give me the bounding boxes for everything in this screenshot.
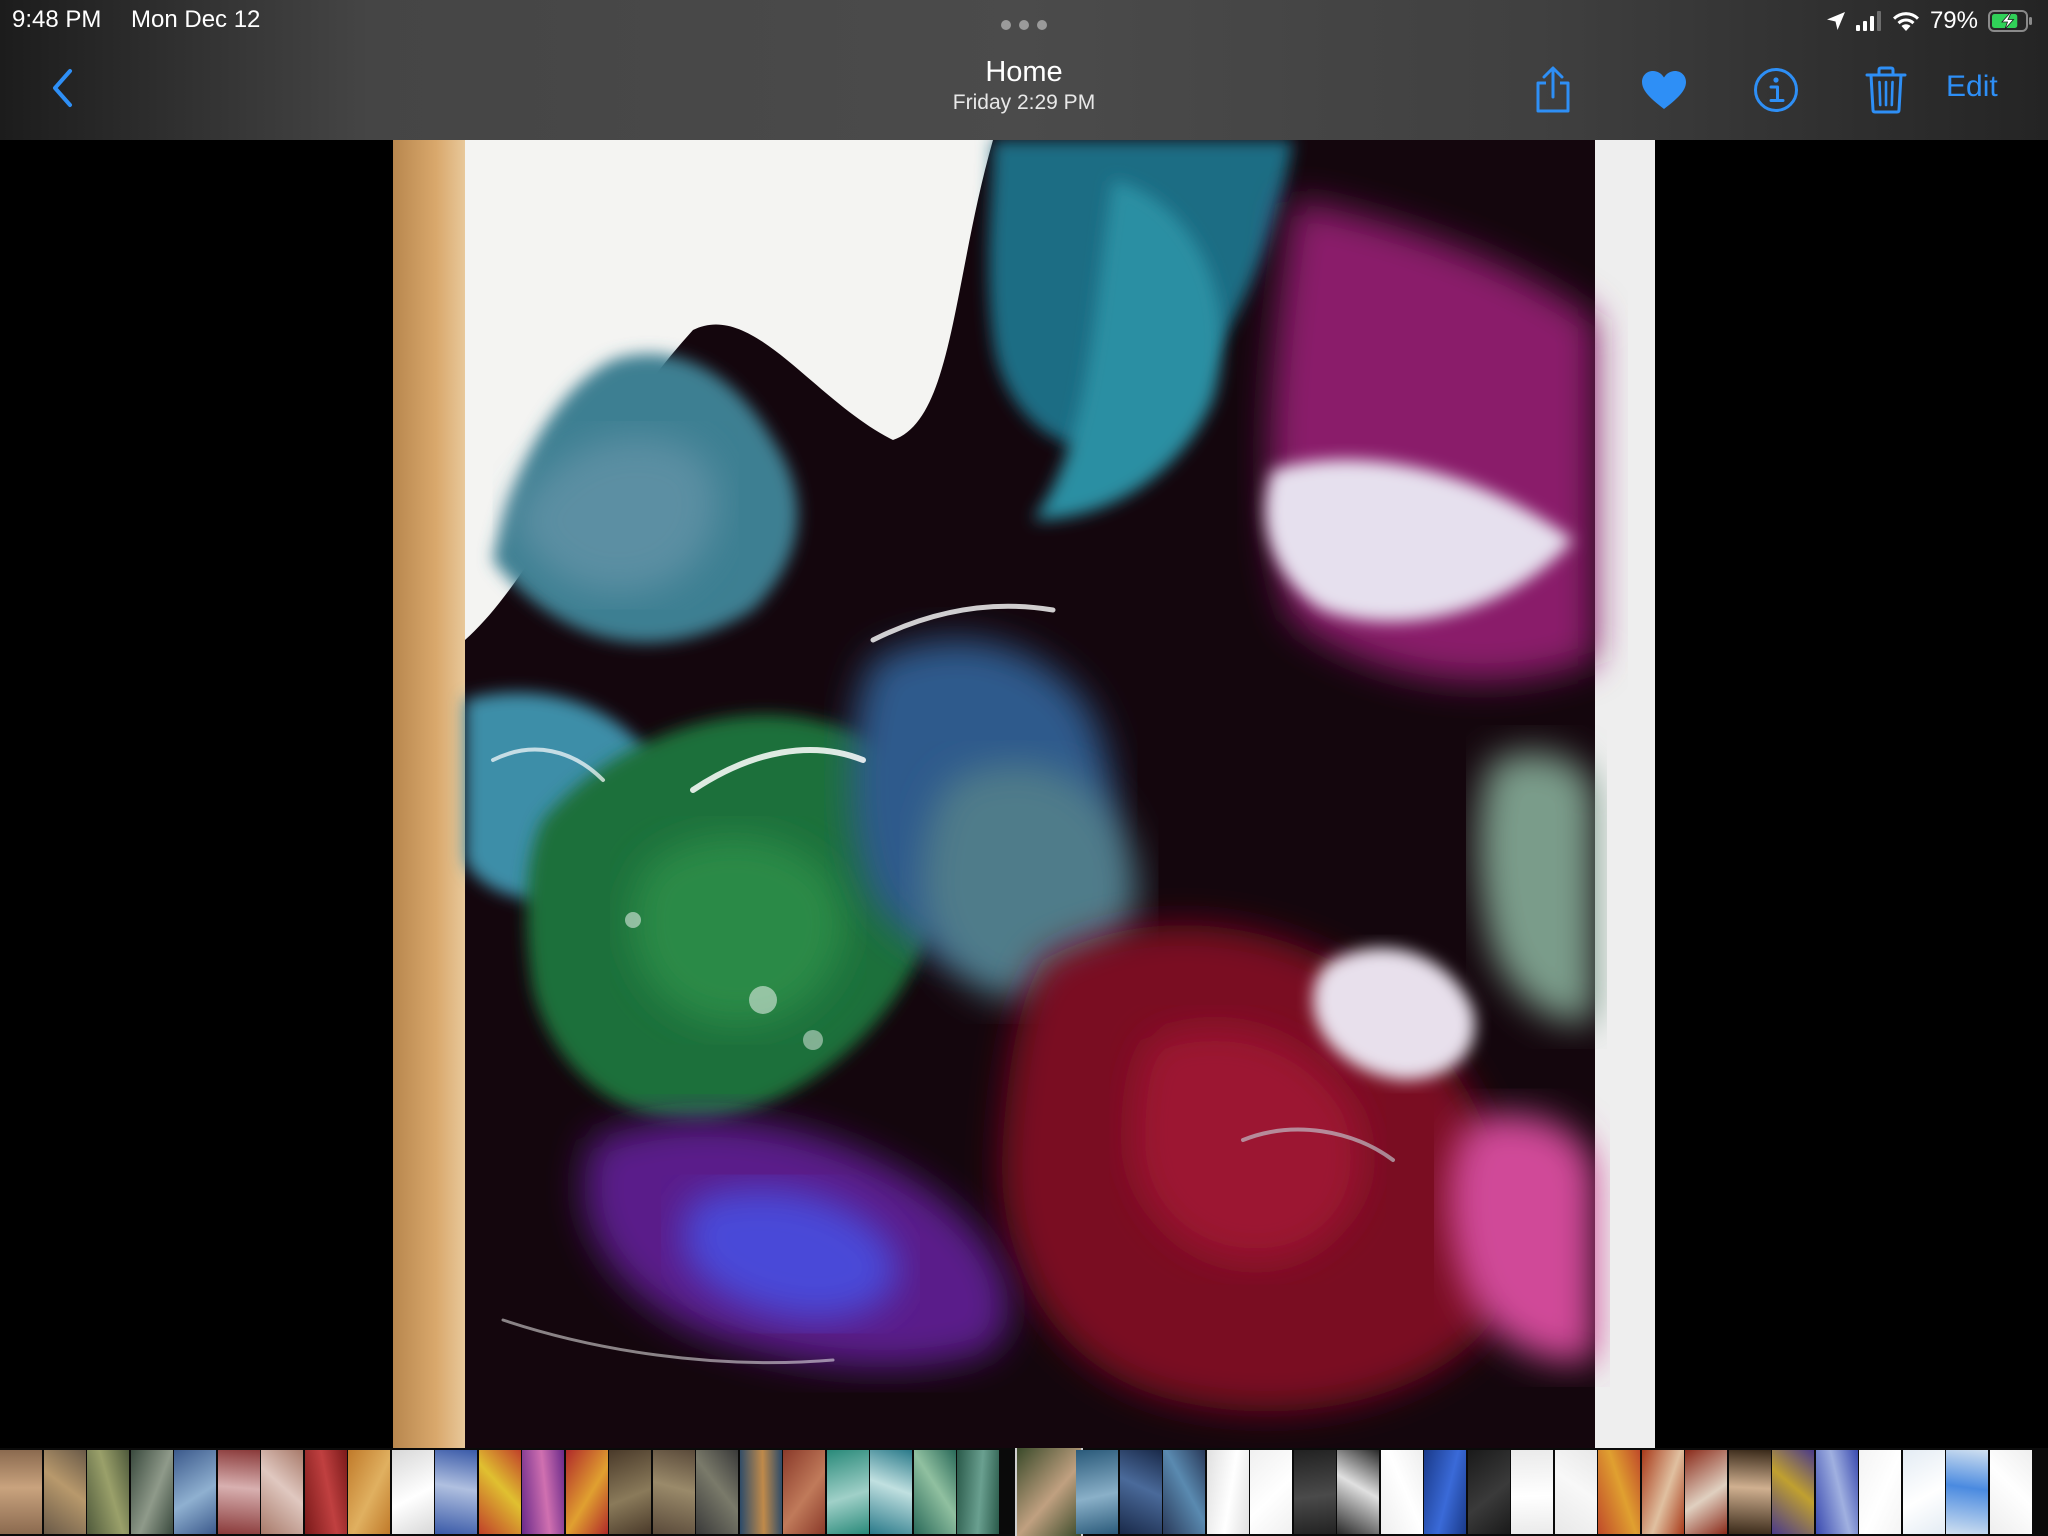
favorite-button[interactable] — [1638, 64, 1690, 116]
thumbnail[interactable] — [1598, 1450, 1640, 1534]
status-indicators: 79% — [1826, 6, 2034, 36]
thumbnail[interactable] — [1163, 1450, 1205, 1534]
thumbnail[interactable] — [826, 1450, 869, 1534]
info-icon — [1754, 68, 1798, 112]
thumbnail[interactable] — [130, 1450, 173, 1534]
thumbnail[interactable] — [1250, 1450, 1292, 1534]
abstract-painting-photo — [393, 140, 1655, 1448]
thumbnail[interactable] — [565, 1450, 608, 1534]
status-bar: 9:48 PM Mon Dec 12 79% — [0, 0, 2048, 40]
photo-viewer[interactable] — [393, 140, 1655, 1448]
photo-location-title: Home — [985, 56, 1063, 88]
thumbnail[interactable] — [1728, 1450, 1771, 1534]
thumbnail[interactable] — [261, 1450, 303, 1534]
thumbnail[interactable] — [43, 1450, 86, 1534]
thumbnail[interactable] — [739, 1450, 782, 1534]
thumbnail[interactable] — [1554, 1450, 1597, 1534]
thumbnail[interactable] — [478, 1450, 521, 1534]
thumbnail[interactable] — [1859, 1450, 1901, 1534]
edit-button[interactable]: Edit — [1946, 70, 1998, 104]
thumbnail[interactable] — [1467, 1450, 1510, 1534]
thumbnail[interactable] — [1119, 1450, 1162, 1534]
thumbnail[interactable] — [783, 1450, 825, 1534]
back-button[interactable] — [40, 63, 84, 113]
cellular-signal-icon — [1855, 11, 1881, 31]
thumbnail[interactable] — [1772, 1450, 1814, 1534]
thumbnail[interactable] — [652, 1450, 695, 1534]
thumbnail[interactable] — [957, 1450, 999, 1534]
photo-title-block[interactable]: Home Friday 2:29 PM — [824, 54, 1224, 116]
battery-charging-icon — [1988, 10, 2032, 32]
thumbnail[interactable] — [1337, 1450, 1379, 1534]
thumbnail[interactable] — [609, 1450, 651, 1534]
share-icon — [1536, 66, 1570, 113]
multitasking-menu-handle[interactable] — [1001, 19, 1047, 31]
thumbnail[interactable] — [1685, 1450, 1727, 1534]
thumbnail[interactable] — [87, 1450, 129, 1534]
location-arrow-icon — [1826, 12, 1845, 30]
thumbnail[interactable] — [217, 1450, 260, 1534]
thumbnail[interactable] — [174, 1450, 216, 1534]
thumbnail[interactable] — [348, 1450, 390, 1534]
chevron-left-icon — [53, 69, 72, 107]
thumbnail[interactable] — [1511, 1450, 1553, 1534]
thumbnail[interactable] — [1902, 1450, 1945, 1534]
thumbnail[interactable] — [1641, 1450, 1684, 1534]
thumbnail[interactable] — [1989, 1450, 2032, 1534]
heart-icon — [1642, 71, 1686, 109]
thumbnail[interactable] — [696, 1450, 738, 1534]
battery-percentage: 79% — [1929, 7, 1978, 34]
thumbnail[interactable] — [1293, 1450, 1336, 1534]
status-time: 9:48 PM — [12, 6, 102, 33]
photo-date-subtitle: Friday 2:29 PM — [952, 91, 1096, 114]
thumbnail[interactable] — [1206, 1450, 1249, 1534]
info-button[interactable] — [1750, 64, 1802, 116]
thumbnail[interactable] — [1424, 1450, 1466, 1534]
thumbnail[interactable] — [435, 1450, 477, 1534]
thumbnail[interactable] — [1380, 1450, 1423, 1534]
thumbnail[interactable] — [391, 1450, 434, 1534]
wifi-icon — [1892, 11, 1919, 31]
thumbnail-scrubber[interactable] — [0, 1448, 2048, 1536]
delete-button[interactable] — [1860, 64, 1912, 116]
thumbnail[interactable] — [1946, 1450, 1988, 1534]
thumbnail[interactable] — [913, 1450, 956, 1534]
share-button[interactable] — [1527, 64, 1579, 116]
thumbnail[interactable] — [522, 1450, 564, 1534]
thumbnail[interactable] — [870, 1450, 912, 1534]
thumbnail[interactable] — [1076, 1450, 1118, 1534]
trash-icon — [1865, 66, 1907, 114]
thumbnail[interactable] — [0, 1450, 42, 1534]
thumbnail-current[interactable] — [1014, 1448, 1083, 1536]
thumbnail[interactable] — [1815, 1450, 1858, 1534]
status-date: Mon Dec 12 — [131, 6, 261, 33]
thumbnail[interactable] — [304, 1450, 347, 1534]
